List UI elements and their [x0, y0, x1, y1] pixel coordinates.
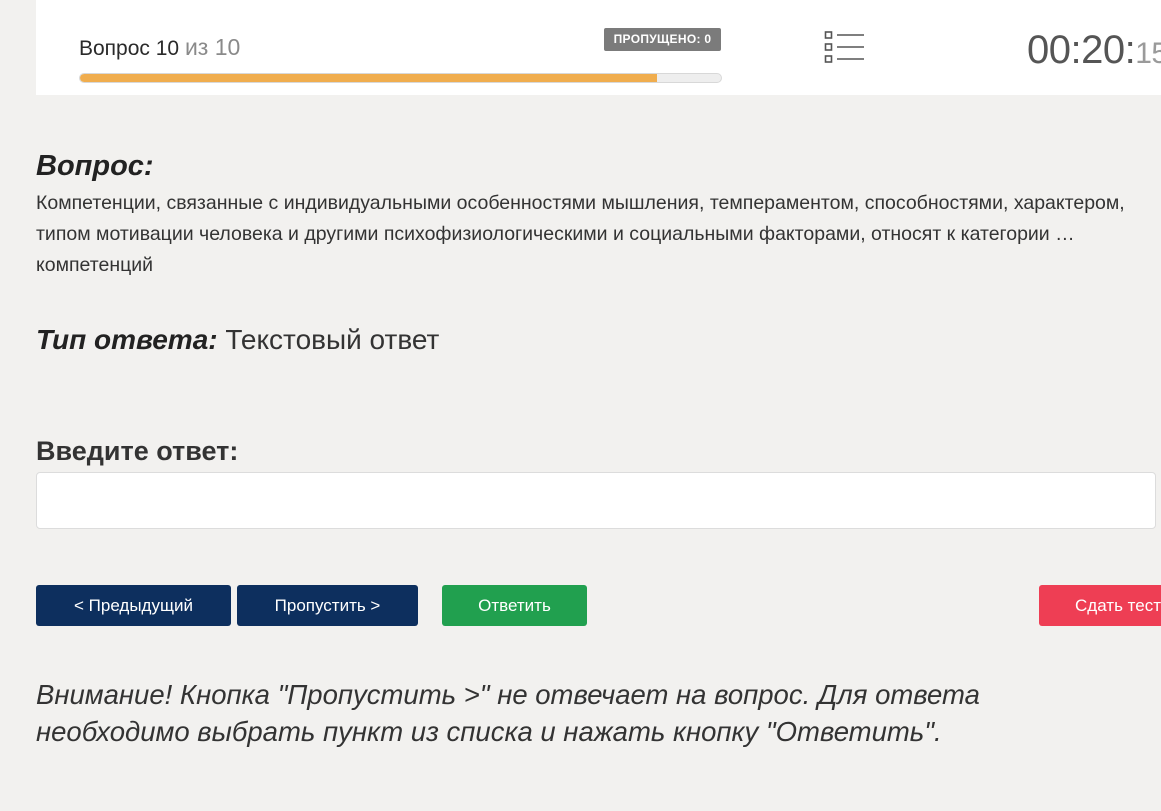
question-total: из 10	[184, 34, 241, 60]
answer-input[interactable]	[36, 472, 1156, 529]
progress-bar-fill	[80, 74, 657, 82]
answer-label: Введите ответ:	[36, 436, 239, 466]
answer-button[interactable]: Ответить	[442, 585, 587, 626]
timer-main: 00:20:	[1027, 28, 1136, 72]
skip-button[interactable]: Пропустить >	[237, 585, 418, 626]
question-number: Вопрос 10	[79, 37, 180, 60]
list-icon[interactable]	[824, 30, 866, 66]
answer-type: Тип ответа: Текстовый ответ	[36, 324, 439, 356]
progress-bar	[79, 73, 722, 83]
question-counter: Вопрос 10 из 10	[79, 34, 240, 61]
timer: 00:20:15	[1027, 28, 1161, 73]
test-header: Вопрос 10 из 10 ПРОПУЩЕНО: 0 00:20:15	[36, 0, 1161, 95]
submit-test-button[interactable]: Сдать тест	[1039, 585, 1161, 626]
answer-type-label: Тип ответа:	[36, 324, 218, 355]
test-page: Вопрос 10 из 10 ПРОПУЩЕНО: 0 00:20:15 Во…	[0, 0, 1161, 811]
question-heading: Вопрос:	[36, 150, 154, 182]
answer-type-value: Текстовый ответ	[225, 324, 440, 355]
notice-text: Внимание! Кнопка "Пропустить >" не отвеч…	[36, 679, 980, 747]
previous-button[interactable]: < Предыдущий	[36, 585, 231, 626]
question-text: Компетенции, связанные с индивидуальными…	[36, 192, 1125, 276]
skipped-badge: ПРОПУЩЕНО: 0	[604, 28, 721, 51]
timer-seconds: 15	[1135, 37, 1161, 70]
